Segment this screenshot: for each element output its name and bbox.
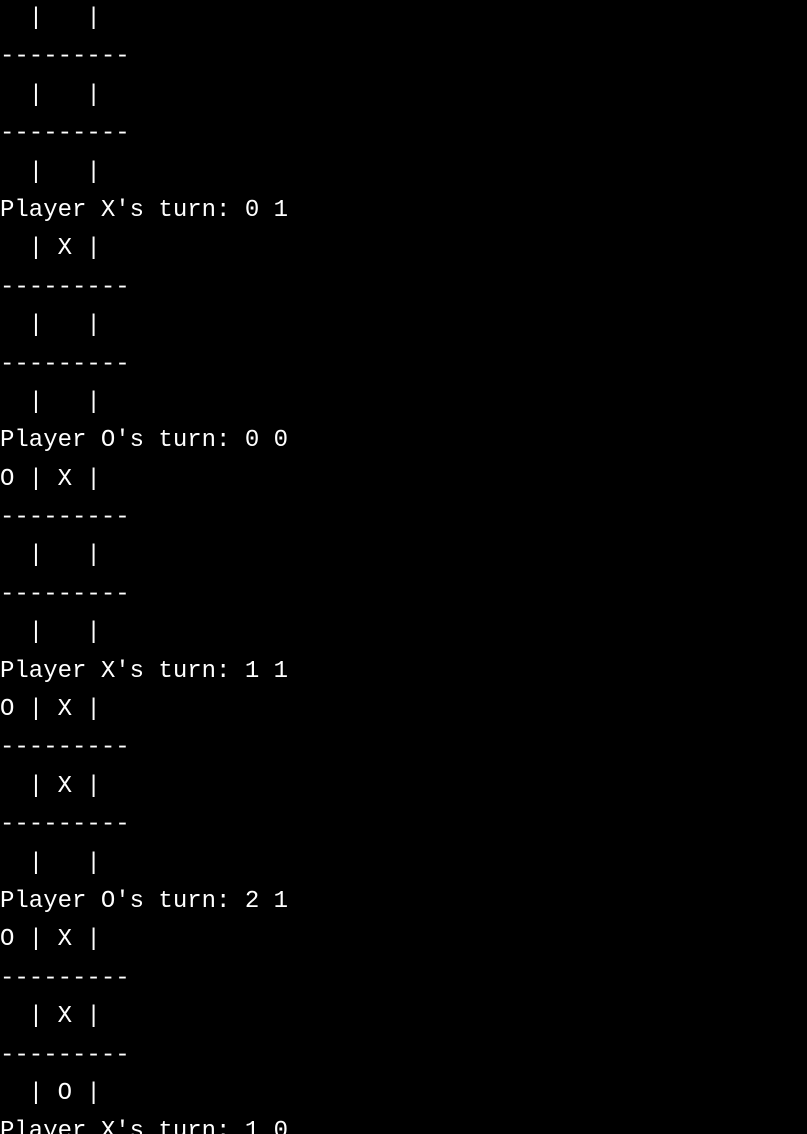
- turn-prompt[interactable]: Player O's turn: 2 1: [0, 888, 288, 915]
- board-divider: ---------: [0, 274, 130, 301]
- turn-prompt[interactable]: Player X's turn: 0 1: [0, 197, 288, 224]
- board-row: | |: [0, 542, 130, 569]
- board-row: | |: [0, 312, 130, 339]
- turn-prompt[interactable]: Player X's turn: 1 0: [0, 1118, 288, 1134]
- board-row: | |: [0, 389, 130, 416]
- board-divider: ---------: [0, 734, 130, 761]
- board-divider: ---------: [0, 965, 130, 992]
- board-divider: ---------: [0, 43, 130, 70]
- turn-prompt[interactable]: Player X's turn: 1 1: [0, 658, 288, 685]
- turn-prompt[interactable]: Player O's turn: 0 0: [0, 427, 288, 454]
- board-row: | X |: [0, 773, 130, 800]
- board-row: O | X |: [0, 926, 130, 953]
- board-row: | |: [0, 850, 130, 877]
- board-row: | |: [0, 619, 130, 646]
- terminal-output: | | --------- | | --------- | | Player X…: [0, 0, 807, 1134]
- board-row: O | X |: [0, 466, 130, 493]
- board-row: | |: [0, 159, 130, 186]
- board-divider: ---------: [0, 811, 130, 838]
- board-row: | X |: [0, 235, 130, 262]
- board-row: | O |: [0, 1080, 130, 1107]
- board-row: | |: [0, 5, 130, 32]
- board-divider: ---------: [0, 351, 130, 378]
- board-row: | X |: [0, 1003, 130, 1030]
- board-divider: ---------: [0, 120, 130, 147]
- board-row: | |: [0, 82, 130, 109]
- board-divider: ---------: [0, 504, 130, 531]
- board-divider: ---------: [0, 1042, 130, 1069]
- board-divider: ---------: [0, 581, 130, 608]
- board-row: O | X |: [0, 696, 130, 723]
